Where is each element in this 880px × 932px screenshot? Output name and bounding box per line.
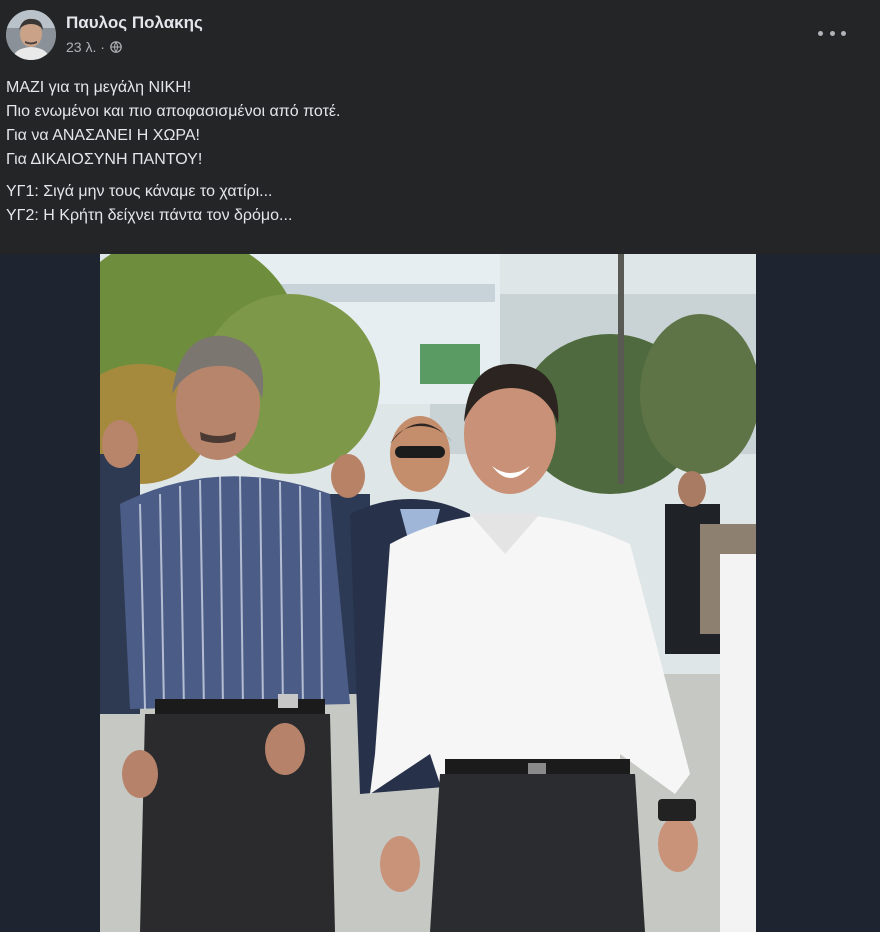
- post-photo-area: [0, 254, 880, 932]
- post-photo[interactable]: [100, 254, 756, 932]
- post-meta: 23 λ. ·: [66, 39, 122, 55]
- post-text-line: Για ΔΙΚΑΙΟΣΥΝΗ ΠΑΝΤΟΥ!: [6, 151, 203, 168]
- post-header: Παυλος Πολακης 23 λ. ·: [0, 0, 880, 66]
- post-text-line: ΜΑΖΙ για τη μεγάλη ΝΙΚΗ!: [6, 79, 192, 96]
- avatar-portrait: [6, 10, 56, 60]
- author-avatar[interactable]: [6, 10, 56, 60]
- post-text-line: Για να ΑΝΑΣΑΝΕΙ Η ΧΩΡΑ!: [6, 127, 200, 144]
- more-options-button[interactable]: [818, 22, 846, 44]
- more-dot: [829, 30, 835, 36]
- photo-two-men-walking: [100, 254, 756, 932]
- more-dot: [841, 30, 846, 36]
- post-text-line: Πιο ενωμένοι και πιο αποφασισμένοι από π…: [6, 103, 341, 120]
- more-horizontal-icon: [818, 30, 823, 36]
- facebook-post: Παυλος Πολακης 23 λ. · ΜΑΖΙ για τη μεγάλ…: [0, 0, 880, 932]
- globe-icon: [110, 41, 122, 53]
- post-ps-line: ΥΓ2: Η Κρήτη δείχνει πάντα τον δρόμο...: [6, 207, 293, 224]
- post-text: ΜΑΖΙ για τη μεγάλη ΝΙΚΗ! Πιο ενωμένοι κα…: [6, 76, 866, 228]
- post-ps-line: ΥΓ1: Σιγά μην τους κάναμε το χατίρι...: [6, 183, 273, 200]
- post-timestamp[interactable]: 23 λ. ·: [66, 39, 105, 55]
- author-name[interactable]: Παυλος Πολακης: [66, 13, 203, 33]
